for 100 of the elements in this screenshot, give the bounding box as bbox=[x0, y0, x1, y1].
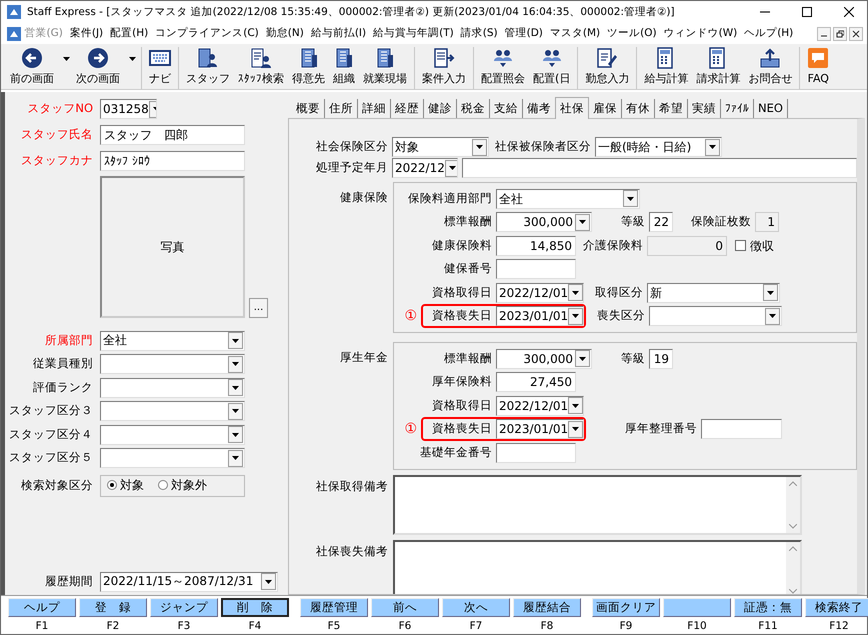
field-label: 社保被保険者区分 bbox=[495, 140, 591, 154]
function-button[interactable]: ヘルプ bbox=[8, 598, 76, 617]
text-field[interactable]: 19 bbox=[649, 348, 673, 369]
text-field[interactable]: 27,450 bbox=[496, 372, 576, 392]
function-button[interactable]: 履歴結合 bbox=[513, 598, 581, 617]
menu-item[interactable]: マスタ(M) bbox=[546, 27, 604, 40]
field-label: 資格取得日 bbox=[431, 286, 492, 300]
checkbox[interactable] bbox=[735, 240, 746, 252]
toolbar-button[interactable]: 案件入力 bbox=[418, 47, 470, 89]
toolbar-button[interactable]: 得意先 bbox=[288, 47, 329, 89]
dropdown-field[interactable] bbox=[100, 401, 245, 421]
dropdown-field[interactable]: 031258 bbox=[100, 99, 157, 119]
minimize-icon[interactable] bbox=[817, 26, 831, 40]
dropdown-field[interactable]: 2023/01/01 bbox=[496, 306, 584, 326]
text-area[interactable] bbox=[393, 540, 802, 594]
dropdown-field[interactable]: 新 bbox=[647, 282, 780, 303]
menu-item[interactable]: 給与前払(I) bbox=[307, 27, 370, 40]
dropdown-field[interactable] bbox=[100, 354, 245, 374]
dropdown-field[interactable]: 対象 bbox=[392, 137, 489, 157]
dropdown-field[interactable]: 全社 bbox=[100, 330, 245, 350]
toolbar-button[interactable]: FAQ bbox=[803, 47, 834, 89]
toolbar-button[interactable]: お問合せ bbox=[744, 47, 796, 89]
tab[interactable]: 健診 bbox=[424, 99, 457, 118]
dropdown-field[interactable]: 300,000 bbox=[496, 348, 592, 369]
tab[interactable]: 社保 bbox=[555, 97, 589, 119]
tab[interactable]: NEO bbox=[754, 99, 788, 118]
dropdown-field[interactable]: 一般(時給・日給) bbox=[595, 137, 722, 157]
function-button[interactable]: 登 録 bbox=[79, 598, 147, 617]
text-field[interactable] bbox=[496, 259, 576, 280]
dropdown-field[interactable]: 全社 bbox=[496, 188, 640, 209]
restore-icon[interactable] bbox=[833, 26, 847, 40]
toolbar-button[interactable]: 勤怠入力 bbox=[581, 47, 634, 89]
tab[interactable]: 実績 bbox=[688, 99, 721, 118]
tab[interactable]: 詳細 bbox=[358, 99, 391, 118]
tab[interactable]: 税金 bbox=[457, 99, 490, 118]
radio-button[interactable] bbox=[158, 480, 168, 490]
function-button[interactable] bbox=[663, 598, 731, 617]
photo-field[interactable]: 写真 bbox=[100, 176, 245, 318]
dropdown-field[interactable]: 2022/11/15～2087/12/31 bbox=[100, 572, 278, 592]
tab[interactable]: 希望 bbox=[655, 99, 688, 118]
dropdown-field[interactable]: 2022/12/01 bbox=[496, 282, 584, 303]
dropdown-field[interactable]: 2022/12/01 bbox=[496, 396, 584, 416]
function-button[interactable]: 証憑：無 bbox=[734, 598, 802, 617]
toolbar-button[interactable]: 請求計算 bbox=[692, 47, 744, 89]
key-label: F2 bbox=[106, 620, 120, 633]
dropdown-field[interactable]: 2023/01/01 bbox=[496, 419, 584, 440]
toolbar-button[interactable]: 配置照会 bbox=[477, 47, 529, 89]
radio-button[interactable] bbox=[107, 480, 117, 490]
function-button[interactable]: 履歴管理 bbox=[300, 598, 368, 617]
menu-item[interactable]: 案件(J) bbox=[66, 27, 107, 40]
field-label: スタッフ氏名 bbox=[20, 128, 93, 142]
text-area[interactable] bbox=[393, 474, 802, 534]
menu-item[interactable]: コンプライアンス(C) bbox=[152, 27, 262, 40]
function-button[interactable]: 削 除 bbox=[221, 598, 289, 617]
dropdown-field[interactable] bbox=[649, 306, 782, 326]
function-button[interactable]: ジャンプ bbox=[150, 598, 218, 617]
menu-item[interactable]: ヘルプ(H) bbox=[740, 27, 797, 40]
dropdown-field[interactable] bbox=[100, 448, 245, 468]
toolbar-button[interactable]: 前の画面 bbox=[6, 47, 72, 89]
toolbar-button[interactable]: 次の画面 bbox=[72, 47, 138, 89]
text-field[interactable]: 22 bbox=[649, 212, 673, 232]
text-field[interactable] bbox=[462, 158, 857, 178]
browse-button[interactable]: ... bbox=[249, 298, 268, 318]
text-field[interactable]: ｽﾀｯﾌ ｼﾛｳ bbox=[100, 151, 245, 171]
menu-item[interactable]: 勤怠(N) bbox=[262, 27, 308, 40]
function-button[interactable]: 次へ bbox=[442, 598, 510, 617]
tab[interactable]: 概要 bbox=[292, 99, 325, 118]
text-field[interactable] bbox=[496, 442, 576, 463]
toolbar-button[interactable]: 配置(日 bbox=[529, 47, 574, 89]
tab[interactable]: 支給 bbox=[490, 99, 523, 118]
dropdown-field[interactable]: 2022/12 bbox=[392, 158, 458, 178]
menu-item[interactable]: 給与賞与年調(T) bbox=[370, 27, 458, 40]
dropdown-field[interactable] bbox=[100, 424, 245, 444]
tab[interactable]: 経歴 bbox=[391, 99, 424, 118]
tab[interactable]: ﾌｧｲﾙ bbox=[721, 99, 754, 118]
function-button[interactable]: 画面クリア bbox=[592, 598, 660, 617]
text-field[interactable] bbox=[701, 419, 782, 440]
menu-item[interactable]: ツール(O) bbox=[604, 27, 660, 40]
toolbar-button[interactable]: ｽﾀｯﾌ検索 bbox=[234, 47, 288, 89]
tab[interactable]: 雇保 bbox=[589, 99, 622, 118]
dropdown-field[interactable] bbox=[100, 378, 245, 398]
menu-item[interactable]: 配置(H) bbox=[106, 27, 152, 40]
function-button[interactable]: 前へ bbox=[371, 598, 439, 617]
menu-item[interactable]: 管理(D) bbox=[501, 27, 546, 40]
tab[interactable]: 有休 bbox=[622, 99, 655, 118]
close-icon[interactable] bbox=[849, 26, 863, 40]
toolbar-button[interactable]: スタッフ bbox=[182, 47, 234, 89]
text-field[interactable]: スタッフ 四郎 bbox=[100, 125, 245, 145]
toolbar-button[interactable]: ナビ bbox=[145, 47, 175, 89]
toolbar-button[interactable]: 就業現場 bbox=[359, 47, 411, 89]
text-field[interactable]: 14,850 bbox=[496, 236, 576, 256]
dropdown-field[interactable]: 300,000 bbox=[496, 212, 592, 232]
toolbar-button[interactable]: 給与計算 bbox=[640, 47, 692, 89]
menu-item[interactable]: ウィンドウ(W) bbox=[660, 27, 741, 40]
toolbar-button[interactable]: 組織 bbox=[329, 47, 359, 89]
tab[interactable]: 住所 bbox=[325, 99, 358, 118]
function-button[interactable]: 検索終了 bbox=[805, 598, 868, 617]
menu-item[interactable]: 請求(S) bbox=[457, 27, 502, 40]
field-label: 取得区分 bbox=[594, 286, 643, 300]
field-label: スタッフ区分３ bbox=[8, 404, 93, 418]
